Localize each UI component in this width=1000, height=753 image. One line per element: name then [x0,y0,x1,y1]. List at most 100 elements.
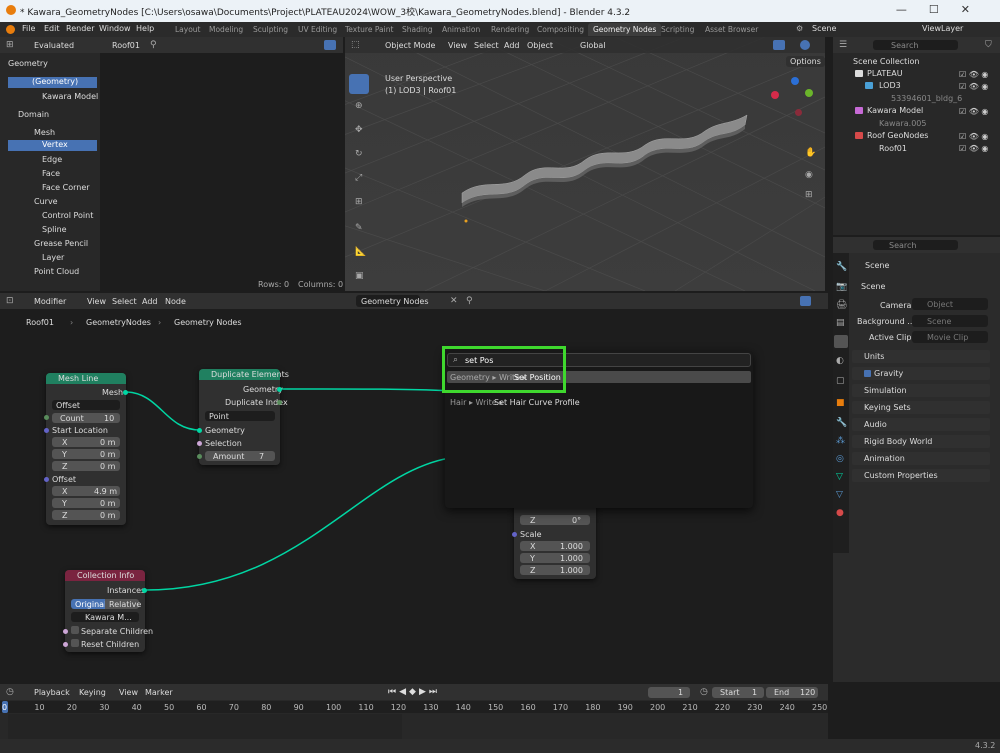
domain-curve[interactable]: Curve [34,197,58,206]
domain-mesh[interactable]: Mesh [34,128,55,137]
scene-tab-icon[interactable] [834,335,848,348]
modifier-tab-icon[interactable]: 🔧 [836,419,847,428]
source-item[interactable]: Kawara Model [42,92,98,101]
constraints-tab-icon[interactable]: ▽ [836,473,843,482]
view-layer-tab-icon[interactable]: ▤ [836,319,845,328]
panel-gravity[interactable]: Gravity [852,367,990,380]
node-collection-info[interactable]: Collection Info Instances Original Relat… [63,570,153,652]
data-tab-icon[interactable]: ▽ [836,491,843,500]
tab-layout[interactable]: Layout [170,23,206,36]
domain-point-cloud[interactable]: Point Cloud [34,267,79,276]
panel-keying-sets[interactable]: Keying Sets [852,401,990,414]
tool-tab-icon[interactable]: 🔧 [836,263,847,272]
current-frame-field[interactable] [648,687,690,698]
input-socket[interactable] [63,629,68,634]
input-socket[interactable] [197,441,202,446]
tab-geometry-nodes[interactable]: Geometry Nodes [588,23,662,36]
gravity-checkbox[interactable] [864,370,871,377]
outliner-item-roof-geonodes[interactable]: Roof GeoNodes [867,131,928,140]
select-tool-icon[interactable] [349,74,369,94]
menu-edit[interactable]: Edit [44,24,60,33]
menu-window[interactable]: Window [99,24,131,33]
geometry-item[interactable]: (Geometry) [8,77,97,88]
view-layer-selector[interactable]: ViewLayer [922,24,963,33]
evaluation-mode[interactable]: Evaluated [34,41,74,50]
input-socket[interactable] [512,532,517,537]
panel-rigid-body-world[interactable]: Rigid Body World [852,435,990,448]
editor-type-icon[interactable]: ⬚ [351,41,360,50]
input-socket[interactable] [44,415,49,420]
3d-viewport[interactable]: ⬚ Object Mode View Select Add Object Glo… [345,37,825,291]
tab-sculpting[interactable]: Sculpting [248,23,293,36]
outliner-item-kawara-model[interactable]: Kawara Model [867,106,923,115]
viewport-menu-object[interactable]: Object [527,41,553,50]
playback-controls[interactable]: ⏮◀◆▶⏭ [388,687,440,697]
move-tool-icon[interactable]: ✥ [355,126,363,135]
domain-control-point[interactable]: Control Point [42,211,93,220]
render-tab-icon[interactable]: 📷 [836,283,847,292]
collection-tab-icon[interactable]: ▢ [836,377,845,386]
input-socket[interactable] [44,428,49,433]
tab-rendering[interactable]: Rendering [486,23,534,36]
domain-spline[interactable]: Spline [42,225,67,234]
panel-animation[interactable]: Animation [852,452,990,465]
outliner-item-plateau[interactable]: PLATEAU [867,69,903,78]
separate-children-checkbox[interactable] [71,626,79,634]
editor-type-icon[interactable]: ☰ [839,41,847,50]
domain-face-corner[interactable]: Face Corner [42,183,90,192]
input-socket[interactable] [197,454,202,459]
tab-uv-editing[interactable]: UV Editing [293,23,342,36]
node-header[interactable]: Mesh Line [46,373,126,384]
visibility-toggles[interactable]: ☑ 👁 ◉ ☑ 👁 ◉ ☑ 👁 ◉ ☑ 👁 ◉ ☑ 👁 ◉ [959,69,997,154]
menu-file[interactable]: File [22,24,35,33]
filter-icon[interactable] [324,40,336,50]
window-controls[interactable]: —☐✕ [896,3,992,16]
viewport-menu-view[interactable]: View [448,41,467,50]
domain-vertex[interactable]: Vertex [8,140,97,151]
tab-modeling[interactable]: Modeling [204,23,248,36]
cursor-tool-icon[interactable]: ⊕ [355,102,363,111]
object-tab-icon[interactable]: ■ [836,399,845,408]
outliner-item-lod3[interactable]: LOD3 [879,81,901,90]
scene-icon[interactable]: ⚙ [796,24,803,33]
transform-tool-icon[interactable]: ⊞ [355,198,363,207]
tab-compositing[interactable]: Compositing [532,23,589,36]
panel-custom-properties[interactable]: Custom Properties [852,469,990,482]
annotate-tool-icon[interactable]: ✎ [355,224,363,233]
physics-tab-icon[interactable]: ◎ [836,455,844,464]
panel-simulation[interactable]: Simulation [852,384,990,397]
input-socket[interactable] [63,642,68,647]
menu-help[interactable]: Help [136,24,154,33]
timeline-menu-marker[interactable]: Marker [145,688,173,697]
node-mesh-line[interactable]: Mesh Line Mesh Offset Count 10 Start Loc… [44,373,128,525]
viewport-menu-select[interactable]: Select [474,41,499,50]
node-editor[interactable]: ⊡ Modifier View Select Add Node Geometry… [0,293,828,682]
output-socket[interactable] [123,390,128,395]
scene-panel-title[interactable]: Scene [861,282,885,291]
tab-shading[interactable]: Shading [397,23,437,36]
tab-scripting[interactable]: Scripting [656,23,699,36]
material-tab-icon[interactable]: ● [836,509,844,518]
object-mode-selector[interactable]: Object Mode [385,41,435,50]
z-axis-icon[interactable] [791,77,799,85]
input-socket[interactable] [197,428,202,433]
add-cube-tool-icon[interactable]: ▣ [355,272,364,281]
y-axis-icon[interactable] [805,89,813,97]
overlay-toggle-icon[interactable] [773,40,785,50]
panel-units[interactable]: Units [852,350,990,363]
search-result-set-hair-curve-profile[interactable]: Hair ▸ Write ▸ Set Hair Curve Profile [447,396,751,408]
tab-texture-paint[interactable]: Texture Paint [340,23,398,36]
tab-asset-browser[interactable]: Asset Browser [700,23,763,36]
input-socket[interactable] [44,477,49,482]
output-socket[interactable] [277,400,282,405]
grid-view-icon[interactable]: ⊞ [805,191,813,200]
solid-shading-icon[interactable] [800,40,810,50]
node-duplicate-elements[interactable]: Duplicate Elements Geometry Duplicate In… [197,369,289,465]
editor-type-icon[interactable]: ⊞ [6,41,14,50]
output-tab-icon[interactable]: 🖨 [836,301,847,310]
clock-icon[interactable]: ◷ [700,688,708,697]
filter-icon[interactable]: ⛉ [985,41,992,50]
clock-icon[interactable]: ◷ [6,688,14,697]
particles-tab-icon[interactable]: ⁂ [836,437,845,446]
reset-children-checkbox[interactable] [71,639,79,647]
